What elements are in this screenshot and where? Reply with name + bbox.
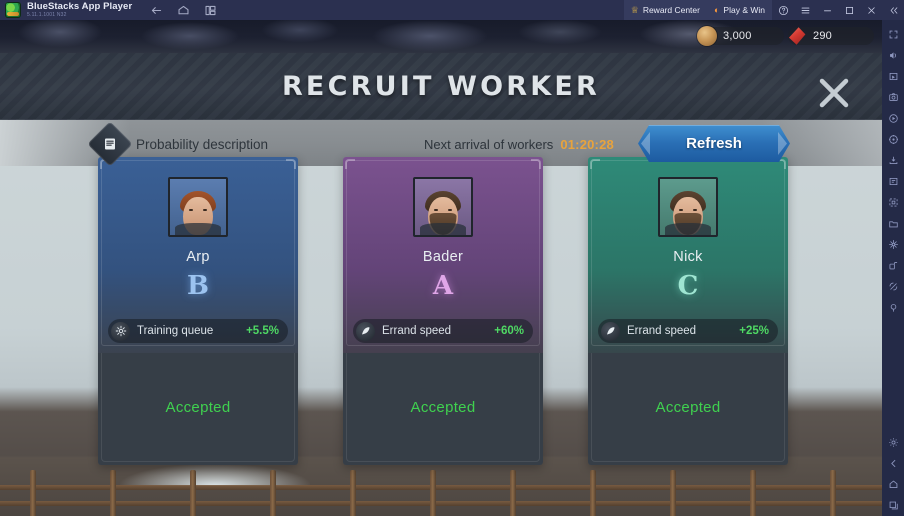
next-arrival-label: Next arrival of workers xyxy=(424,136,554,152)
worker-card-list: Arp B Training queue +5.5% Accepted Bade… xyxy=(98,157,788,467)
reward-center-label: Reward Center xyxy=(642,5,700,15)
corner-ornament-icon xyxy=(345,159,355,169)
location-icon[interactable] xyxy=(882,129,904,150)
currency-gold[interactable]: 3,000 xyxy=(697,26,784,46)
worker-trait: Training queue +5.5% xyxy=(108,319,288,343)
collapse-sidebar-icon[interactable] xyxy=(882,0,904,20)
worker-grade: B xyxy=(187,271,209,301)
fullscreen-icon[interactable] xyxy=(882,24,904,45)
page-title: RECRUIT WORKER xyxy=(281,71,601,102)
install-apk-icon[interactable] xyxy=(882,150,904,171)
media-manager-icon[interactable] xyxy=(882,213,904,234)
gold-coin-icon xyxy=(697,26,717,46)
worker-trait-name: Errand speed xyxy=(382,325,452,337)
status-badge: Accepted xyxy=(655,398,721,416)
worker-name: Arp xyxy=(186,249,210,265)
currency-gold-value: 3,000 xyxy=(723,30,752,42)
settings-gear-icon[interactable] xyxy=(882,432,904,453)
sidebar-recent-apps-icon[interactable] xyxy=(882,495,904,516)
keymapping-icon[interactable] xyxy=(882,66,904,87)
worker-trait-value: +25% xyxy=(739,325,769,337)
emulator-titlebar: BlueStacks App Player 5.11.1.1001 N32 ♕ … xyxy=(0,0,904,20)
worker-card[interactable]: Nick C Errand speed +25% Accepted xyxy=(588,157,788,465)
sidebar-back-icon[interactable] xyxy=(882,453,904,474)
scroll-icon xyxy=(105,138,115,150)
play-and-win-button[interactable]: ◐ Play & Win xyxy=(706,0,772,20)
next-arrival-value: 01:20:28 xyxy=(560,136,614,152)
status-badge: Accepted xyxy=(165,398,231,416)
worker-name: Bader xyxy=(422,249,464,265)
worker-trait-name: Training queue xyxy=(137,325,214,337)
multi-instance-icon[interactable] xyxy=(882,192,904,213)
recent-apps-icon[interactable] xyxy=(204,4,217,17)
worker-trait-name: Errand speed xyxy=(627,325,697,337)
probability-description-label: Probability description xyxy=(136,136,269,152)
record-screen-icon[interactable] xyxy=(882,108,904,129)
worker-grade: A xyxy=(432,271,454,301)
crown-icon: ♕ xyxy=(630,4,639,15)
training-queue-icon xyxy=(111,321,130,341)
home-icon[interactable] xyxy=(177,4,190,17)
game-viewport: 3,000 290 RECRUIT WORKER Probability des… xyxy=(0,20,882,516)
screenshot-icon[interactable] xyxy=(882,87,904,108)
shake-icon[interactable] xyxy=(882,276,904,297)
sidebar-home-icon[interactable] xyxy=(882,474,904,495)
emulator-tool-sidebar xyxy=(882,20,904,516)
currency-gem-value: 290 xyxy=(813,30,832,42)
worker-card[interactable]: Bader A Errand speed +60% Accepted xyxy=(343,157,543,465)
play-and-win-label: Play & Win xyxy=(723,5,765,15)
emulator-title-group: BlueStacks App Player 5.11.1.1001 N32 xyxy=(27,2,132,18)
next-arrival-timer: Next arrival of workers 01:20:28 xyxy=(424,127,614,161)
volume-icon[interactable] xyxy=(882,45,904,66)
refresh-button-label: Refresh xyxy=(686,135,742,152)
worker-card-bottom: Accepted xyxy=(588,353,788,465)
worker-trait-value: +5.5% xyxy=(246,325,279,337)
worker-trait-value: +60% xyxy=(494,325,524,337)
avatar xyxy=(168,177,228,237)
avatar xyxy=(658,177,718,237)
probability-badge xyxy=(87,121,133,167)
maximize-icon[interactable] xyxy=(838,0,860,20)
bluestacks-window: BlueStacks App Player 5.11.1.1001 N32 ♕ … xyxy=(0,0,904,516)
bluestacks-logo-icon xyxy=(5,2,21,18)
help-icon[interactable] xyxy=(772,0,794,20)
emulator-app-name: BlueStacks App Player xyxy=(27,1,133,12)
close-icon[interactable] xyxy=(860,0,882,20)
status-badge: Accepted xyxy=(410,398,476,416)
probability-description-button[interactable]: Probability description xyxy=(87,121,269,167)
back-icon[interactable] xyxy=(150,4,163,17)
worker-grade: C xyxy=(677,271,699,301)
worker-card-bottom: Accepted xyxy=(343,353,543,465)
menu-icon[interactable] xyxy=(794,0,816,20)
minimize-icon[interactable] xyxy=(816,0,838,20)
worker-trait: Errand speed +60% xyxy=(353,319,533,343)
errand-speed-icon xyxy=(601,321,620,341)
emulator-app-version: 5.11.1.1001 N32 xyxy=(27,12,67,18)
pin-icon[interactable] xyxy=(882,297,904,318)
currency-bar: 3,000 290 xyxy=(694,25,874,47)
emulator-right-controls: ♕ Reward Center ◐ Play & Win xyxy=(623,0,904,20)
emulator-nav-group xyxy=(150,4,217,17)
refresh-button[interactable]: Refresh xyxy=(638,125,790,162)
rotate-icon[interactable] xyxy=(882,255,904,276)
currency-gem[interactable]: 290 xyxy=(788,27,874,45)
eco-mode-icon[interactable] xyxy=(882,234,904,255)
errand-speed-icon xyxy=(356,321,375,341)
worker-name: Nick xyxy=(673,249,703,265)
worker-trait: Errand speed +25% xyxy=(598,319,778,343)
ruby-gem-icon xyxy=(789,27,806,45)
worker-card-bottom: Accepted xyxy=(98,353,298,465)
modal-close-icon[interactable] xyxy=(814,73,854,113)
reward-center-button[interactable]: ♕ Reward Center xyxy=(623,0,707,20)
macro-icon[interactable] xyxy=(882,171,904,192)
corner-ornament-icon xyxy=(286,159,296,169)
flame-icon: ◐ xyxy=(713,4,720,15)
worker-card[interactable]: Arp B Training queue +5.5% Accepted xyxy=(98,157,298,465)
avatar xyxy=(413,177,473,237)
